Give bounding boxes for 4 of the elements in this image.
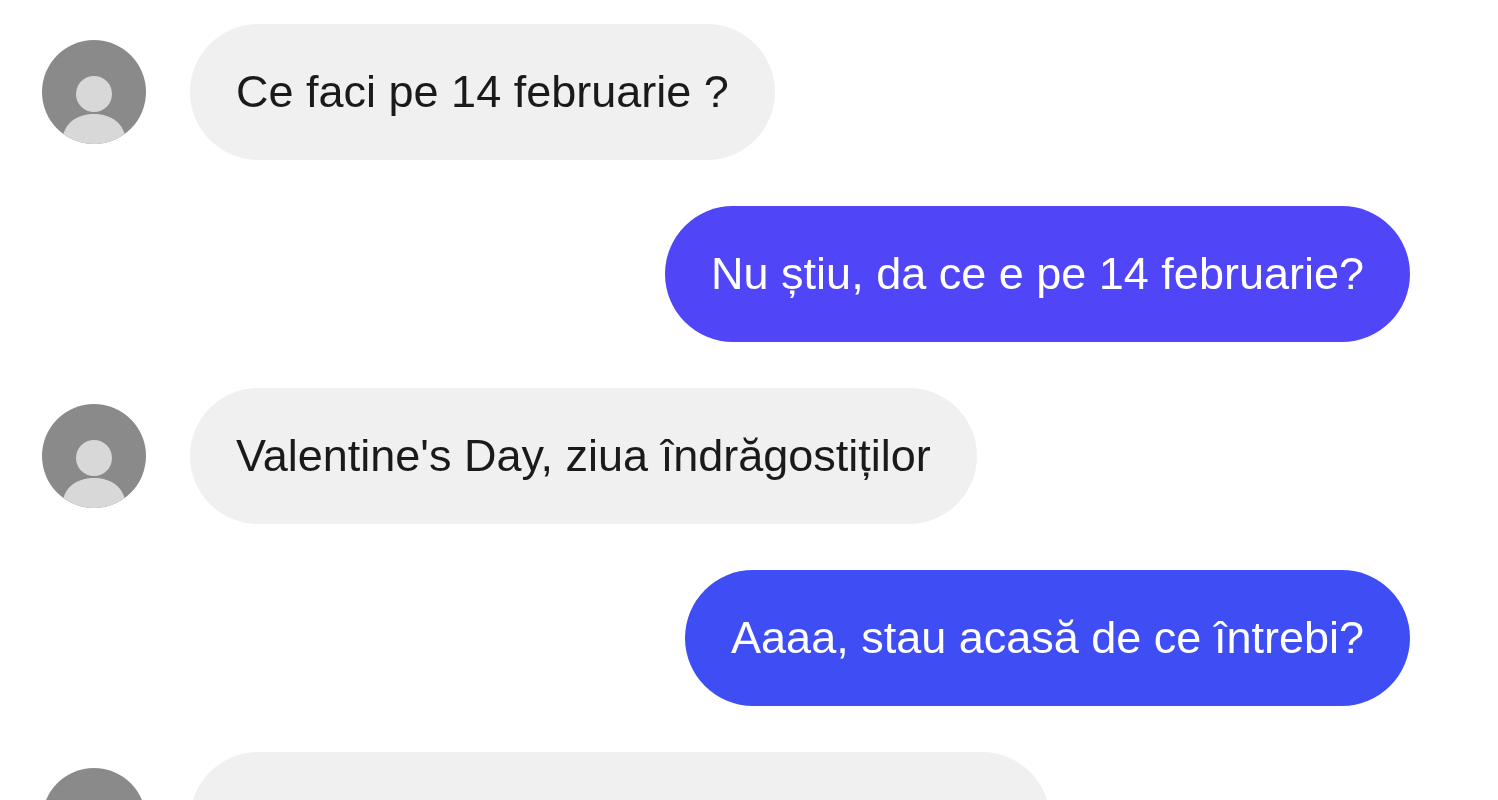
message-bubble: Nu știu, da ce e pe 14 februarie? xyxy=(665,206,1410,342)
message-bubble: Ce faci pe 14 februarie ? xyxy=(190,24,775,160)
message-bubble: Aaaa, stau acasă de ce întrebi? xyxy=(685,570,1410,706)
message-bubble: Valentine's Day, ziua îndrăgostiților xyxy=(190,388,977,524)
